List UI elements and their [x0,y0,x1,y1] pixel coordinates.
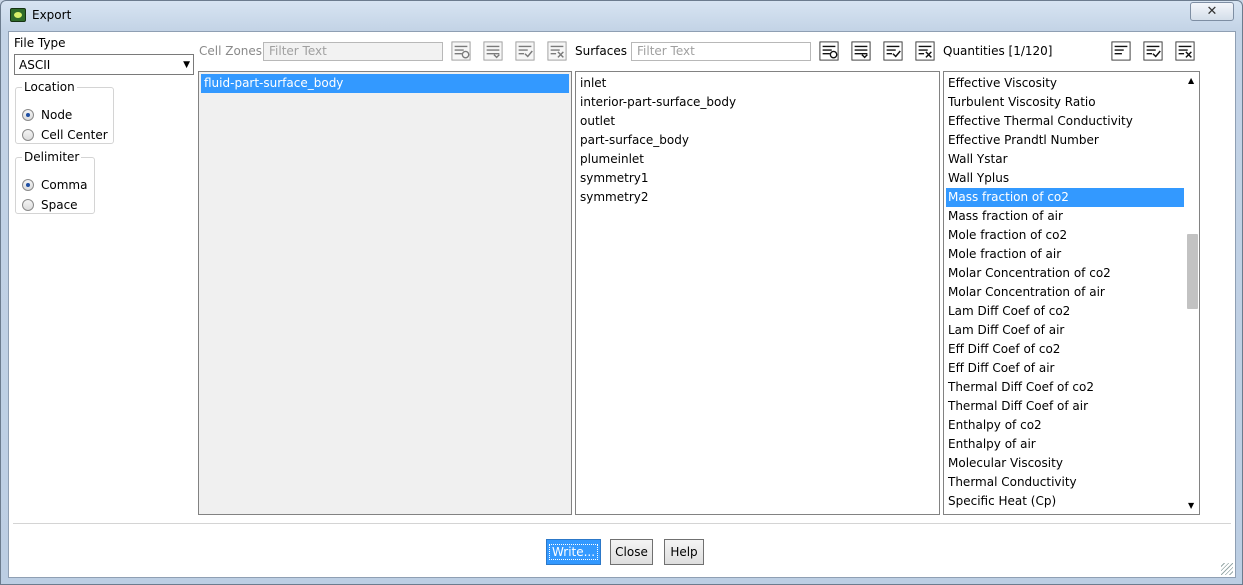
close-icon: ✕ [1206,4,1218,19]
cell-zones-select-all-button[interactable] [482,40,504,62]
location-label: Location [24,80,75,94]
list-item[interactable]: Mole fraction of co2 [948,226,1067,245]
write-button[interactable]: Write... [546,539,601,565]
location-group: Location Node Cell Center [15,80,114,144]
list-clear-icon [547,41,567,61]
list-item[interactable]: part-surface_body [580,131,689,150]
list-item[interactable]: Eff Diff Coef of air [948,359,1054,378]
surfaces-deselect-all-button[interactable] [914,40,936,62]
list-item[interactable]: Effective Thermal Conductivity [948,112,1133,131]
list-item[interactable]: Enthalpy of air [948,435,1036,454]
list-item[interactable]: Molar Concentration of air [948,283,1105,302]
list-item[interactable]: symmetry1 [580,169,649,188]
help-button[interactable]: Help [664,539,704,565]
write-button-label: Write... [548,544,599,560]
list-item[interactable]: Effective Prandtl Number [948,131,1099,150]
delimiter-space-radio[interactable]: Space [22,196,78,214]
delimiter-label: Delimiter [24,150,80,164]
list-item[interactable]: Lam Diff Coef of co2 [948,302,1070,321]
app-icon [10,8,26,22]
title-bar[interactable]: Export ✕ [1,1,1242,31]
resize-grip-icon[interactable] [1221,563,1233,575]
radio-unchecked-icon [22,199,34,211]
list-item[interactable]: fluid-part-surface_body [201,74,569,93]
quantities-select-all-button[interactable] [1110,40,1132,62]
radio-checked-icon [22,179,34,191]
cell-zones-list[interactable]: fluid-part-surface_body [198,71,572,515]
list-check-icon [883,41,903,61]
list-item[interactable]: Mass fraction of air [948,207,1063,226]
list-item[interactable]: Thermal Diff Coef of co2 [948,378,1094,397]
radio-unchecked-icon [22,129,34,141]
list-item[interactable]: inlet [580,74,606,93]
window-close-button[interactable]: ✕ [1190,2,1234,21]
delimiter-comma-radio[interactable]: Comma [22,176,87,194]
surfaces-label: Surfaces [575,44,627,58]
delimiter-group: Delimiter Comma Space [15,150,95,214]
radio-label: Cell Center [41,128,108,142]
export-dialog: Export ✕ File Type ASCII ▼ Location Node… [0,0,1243,585]
list-item[interactable]: Wall Ystar [948,150,1008,169]
location-node-radio[interactable]: Node [22,106,72,124]
cell-zones-check-all-button[interactable] [514,40,536,62]
window-title: Export [32,8,72,22]
surfaces-filter-input[interactable]: Filter Text [631,42,811,61]
list-filter-icon [851,41,871,61]
surfaces-new-selection-button[interactable] [818,40,840,62]
list-item[interactable]: Specific Heat (Cp) [948,492,1056,511]
list-item[interactable]: outlet [580,112,615,131]
quantities-list[interactable]: Effective Viscosity Turbulent Viscosity … [943,71,1200,515]
dialog-body: File Type ASCII ▼ Location Node Cell Cen… [8,31,1236,578]
list-item[interactable]: Thermal Diff Coef of air [948,397,1088,416]
radio-label: Node [41,108,73,122]
list-item[interactable]: Eff Diff Coef of co2 [948,340,1060,359]
cell-zones-deselect-all-button[interactable] [546,40,568,62]
list-item[interactable]: Thermal Conductivity [948,473,1077,492]
list-item[interactable]: Molecular Viscosity [948,454,1063,473]
list-item[interactable]: Effective Viscosity [948,74,1057,93]
radio-checked-icon [22,109,34,121]
close-button[interactable]: Close [610,539,653,565]
scroll-down-icon[interactable]: ▼ [1188,501,1194,510]
scroll-thumb[interactable] [1187,234,1198,309]
quantities-check-all-button[interactable] [1142,40,1164,62]
list-icon [1111,41,1131,61]
file-type-label: File Type [14,36,66,50]
radio-label: Comma [41,178,88,192]
list-item[interactable]: symmetry2 [580,188,649,207]
list-item[interactable]: Enthalpy of co2 [948,416,1042,435]
list-add-icon [819,41,839,61]
radio-label: Space [41,198,78,212]
list-check-icon [1143,41,1163,61]
list-item[interactable]: Turbulent Viscosity Ratio [948,93,1096,112]
scroll-up-icon[interactable]: ▲ [1188,76,1194,85]
list-clear-icon [1175,41,1195,61]
quantities-label: Quantities [1/120] [943,44,1053,58]
chevron-down-icon: ▼ [183,60,190,70]
list-add-icon [451,41,471,61]
cell-zones-filter-input[interactable]: Filter Text [263,42,443,61]
list-item[interactable]: Wall Yplus [948,169,1009,188]
list-item[interactable]: interior-part-surface_body [580,93,736,112]
list-item[interactable]: plumeinlet [580,150,644,169]
cell-zones-new-selection-button[interactable] [450,40,472,62]
quantities-deselect-all-button[interactable] [1174,40,1196,62]
list-item[interactable]: Lam Diff Coef of air [948,321,1064,340]
surfaces-select-all-button[interactable] [850,40,872,62]
list-clear-icon [915,41,935,61]
file-type-select[interactable]: ASCII ▼ [14,54,194,75]
list-item[interactable]: Mass fraction of co2 [946,188,1184,207]
divider [13,523,1231,524]
surfaces-list[interactable]: inlet interior-part-surface_body outlet … [575,71,940,515]
surfaces-check-all-button[interactable] [882,40,904,62]
cell-zones-label: Cell Zones [199,44,263,58]
list-item[interactable]: Molar Concentration of co2 [948,264,1111,283]
list-filter-icon [483,41,503,61]
file-type-value: ASCII [19,58,51,72]
list-check-icon [515,41,535,61]
list-item[interactable]: Mole fraction of air [948,245,1061,264]
quantities-scrollbar[interactable]: ▲ ▼ [1186,72,1199,514]
location-cell-center-radio[interactable]: Cell Center [22,126,108,144]
